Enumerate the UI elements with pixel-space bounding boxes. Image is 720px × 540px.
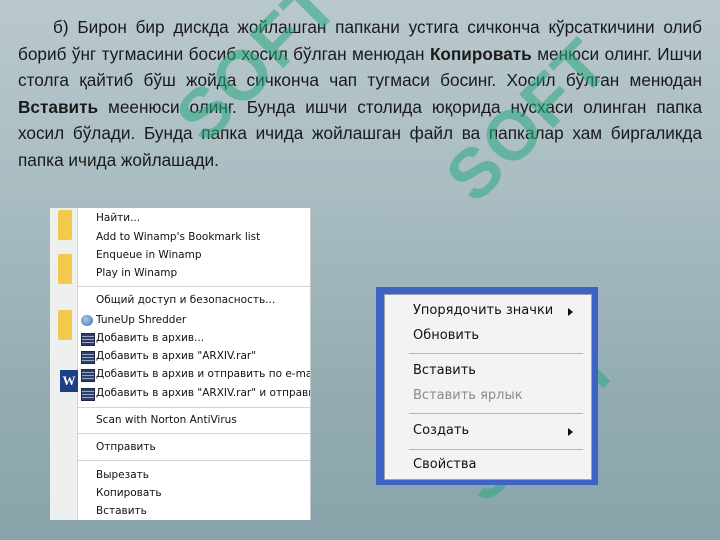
menu-item-refresh[interactable]: Обновить — [413, 326, 479, 346]
menu-item-add-archive[interactable]: Добавить в архив... — [96, 330, 204, 346]
menu-separator — [77, 286, 310, 287]
menu-item-create-new[interactable]: Создать — [413, 421, 469, 441]
paragraph-text-3: меенюси олинг. Бунда ишчи столида юқорид… — [18, 96, 702, 170]
menu-item-find[interactable]: Найти... — [96, 210, 140, 226]
menu-item-tuneup-shredder[interactable]: TuneUp Shredder — [96, 312, 186, 328]
menu-separator — [77, 460, 310, 461]
winrar-archive-icon — [81, 333, 95, 346]
desktop-context-menu: Упорядочить значки Обновить Вставить Вст… — [376, 287, 598, 485]
menu-item-add-arxiv-send[interactable]: Добавить в архив "ARXIV.rar" и отправить — [96, 385, 310, 401]
menu-separator — [77, 407, 310, 408]
menu-item-add-arxiv-rar[interactable]: Добавить в архив "ARXIV.rar" — [96, 348, 256, 364]
menu-item-norton-scan[interactable]: Scan with Norton AntiVirus — [96, 412, 237, 428]
menu-item-add-archive-email[interactable]: Добавить в архив и отправить по e-mail..… — [96, 366, 310, 382]
menu-separator — [77, 433, 310, 434]
folder-icon — [58, 310, 72, 340]
instruction-paragraph: б) Бирон бир дискда жойлашган папкани ус… — [18, 14, 702, 174]
paragraph-bold-paste: Вставить — [18, 96, 99, 117]
desktop-menu-panel: Упорядочить значки Обновить Вставить Вст… — [384, 294, 592, 480]
menu-item-winamp-enqueue[interactable]: Enqueue in Winamp — [96, 247, 201, 263]
winrar-archive-icon — [81, 388, 95, 401]
menu-separator — [409, 353, 583, 354]
menu-item-copy[interactable]: Копировать — [96, 485, 162, 501]
paragraph-bold-copy: Копировать — [429, 43, 532, 64]
menu-separator — [409, 413, 583, 414]
file-context-menu: W Найти... Add to Winamp's Bookmark list… — [50, 208, 311, 520]
menu-separator — [409, 449, 583, 450]
menu-item-arrange-icons[interactable]: Упорядочить значки — [413, 301, 553, 321]
menu-item-properties[interactable]: Свойства — [413, 455, 477, 475]
winrar-archive-icon — [81, 351, 95, 364]
menu-item-sharing[interactable]: Общий доступ и безопасность... — [96, 292, 275, 308]
tuneup-icon — [81, 315, 93, 326]
menu-item-winamp-bookmark[interactable]: Add to Winamp's Bookmark list — [96, 229, 260, 245]
menu-item-paste[interactable]: Вставить — [413, 361, 476, 381]
folder-icon — [58, 210, 72, 240]
menu-item-send-to[interactable]: Отправить — [96, 439, 156, 455]
word-document-icon: W — [60, 370, 78, 392]
menu-item-winamp-play[interactable]: Play in Winamp — [96, 265, 177, 281]
submenu-arrow-icon — [568, 308, 573, 316]
menu-item-paste-shortcut: Вставить ярлык — [413, 388, 523, 403]
menu-item-cut[interactable]: Вырезать — [96, 467, 149, 483]
submenu-arrow-icon — [568, 428, 573, 436]
folder-icon — [58, 254, 72, 284]
menu-item-paste[interactable]: Вставить — [96, 503, 147, 519]
winrar-archive-icon — [81, 369, 95, 382]
